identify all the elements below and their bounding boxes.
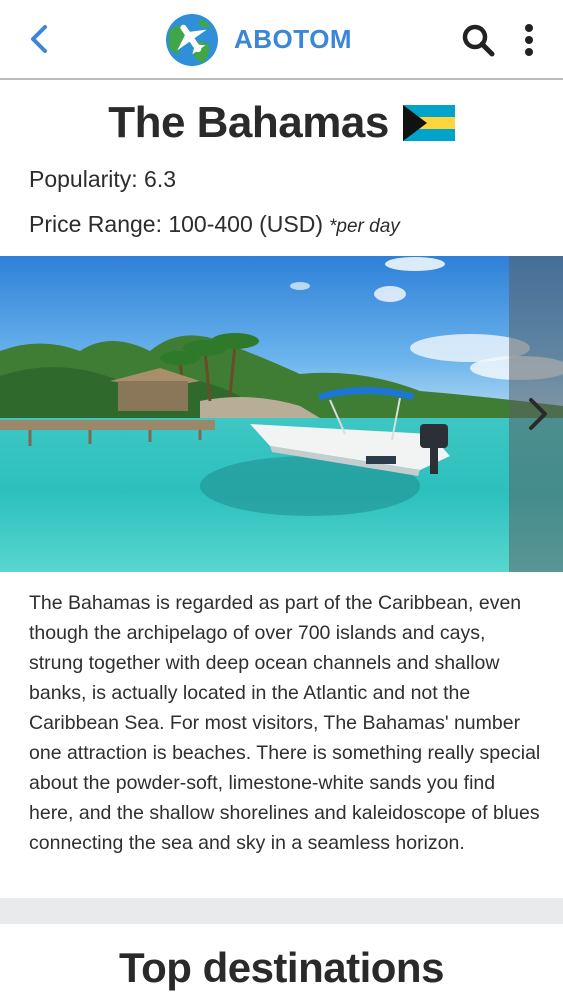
destination-header: The Bahamas bbox=[0, 96, 563, 150]
tropical-lagoon-boat-dock-photo bbox=[0, 256, 563, 572]
search-button[interactable] bbox=[460, 22, 496, 58]
back-button[interactable] bbox=[22, 20, 56, 58]
app-name: ABOTOM bbox=[234, 24, 353, 54]
price-note: *per day bbox=[329, 216, 400, 237]
photo-carousel[interactable] bbox=[0, 256, 563, 572]
popularity-text: Popularity: 6.3 bbox=[29, 166, 177, 192]
section-divider bbox=[0, 898, 563, 924]
price-range: Price Range: 100-400 (USD) *per day bbox=[29, 211, 400, 238]
top-destinations-title: Top destinations bbox=[119, 944, 444, 991]
app-bar: ABOTOM bbox=[0, 0, 563, 80]
chevron-left-icon bbox=[31, 25, 47, 53]
carousel-next-button[interactable] bbox=[523, 396, 553, 432]
more-vert-icon bbox=[525, 24, 533, 32]
destination-title: The Bahamas bbox=[108, 98, 389, 147]
price-range-text: Price Range: 100-400 (USD) bbox=[29, 211, 324, 237]
chevron-right-icon bbox=[529, 398, 547, 430]
bahamas-flag-icon bbox=[402, 105, 455, 141]
globe-plane-logo-icon bbox=[166, 14, 218, 66]
destination-description: The Bahamas is regarded as part of the C… bbox=[29, 592, 541, 854]
more-options-button[interactable] bbox=[518, 22, 540, 58]
search-icon bbox=[462, 24, 495, 57]
